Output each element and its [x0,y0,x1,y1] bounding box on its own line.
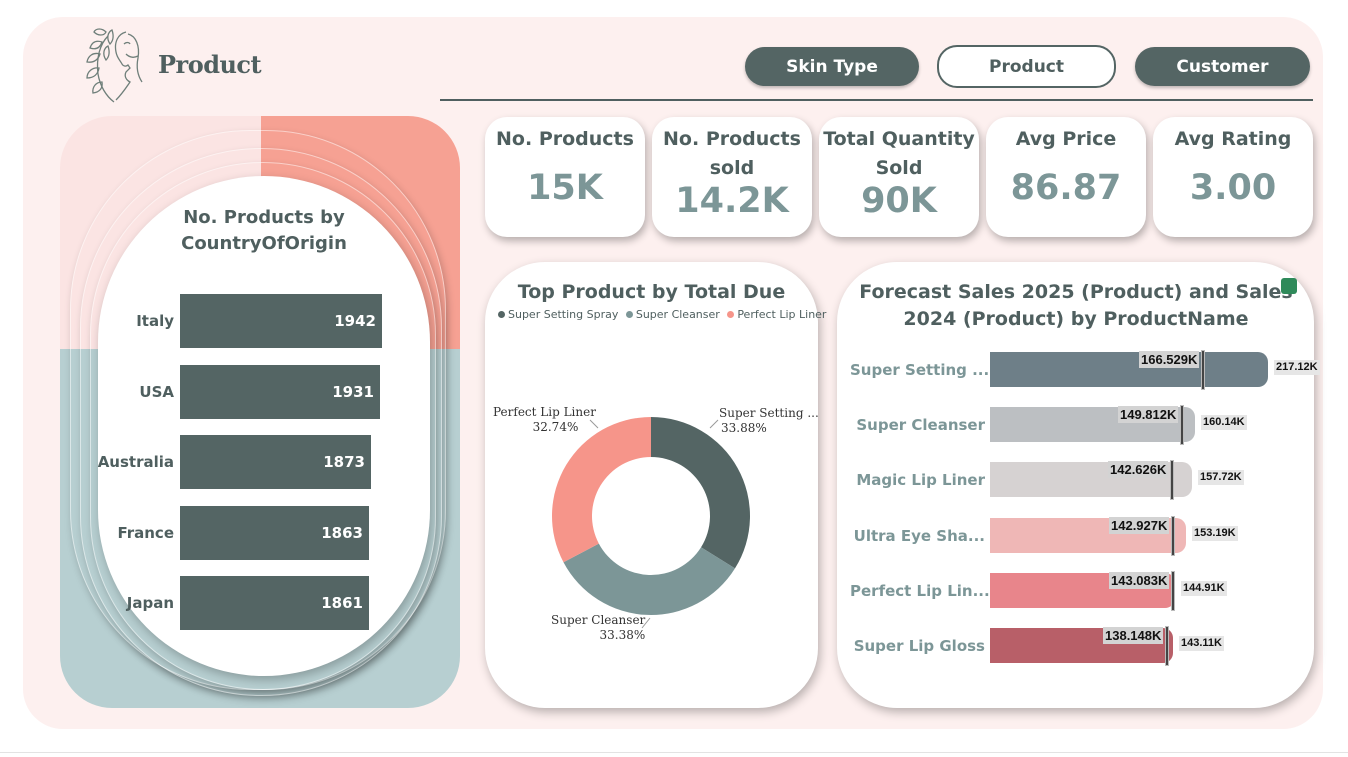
forecast-2024-value-label: 143.11K [1179,636,1224,651]
kpi-label: Avg Rating [1174,128,1292,150]
country-bar-row[interactable]: Japan 1861 [98,576,430,630]
donut-chart-title: Top Product by Total Due [517,281,786,303]
kpi-card-products-sold: No. Products sold 14.2K [652,117,812,237]
forecast-sales-2024-bar[interactable] [990,352,1268,387]
country-chart-title-text: No. Products by CountryOfOrigin [181,207,347,254]
forecast-2024-value-label: 217.12K [1274,360,1320,375]
bottom-border [0,752,1348,757]
forecast-2025-marker[interactable] [1171,515,1175,556]
forecast-2025-marker[interactable] [1180,405,1184,446]
legend-item[interactable]: Perfect Lip Liner [727,308,826,321]
donut-label-perfect-lip-liner: Perfect Lip Liner 32.74% [493,405,596,434]
country-bar-row[interactable]: USA 1931 [98,364,430,419]
forecast-category-label: Perfect Lip Lin... [850,581,990,600]
forecast-category-label: Super Lip Gloss [853,637,985,655]
legend-item[interactable]: Super Setting Spray [498,308,618,321]
donut-label-super-cleanser: Super Cleanser 33.38% [551,613,646,642]
nav-customer-button[interactable]: Customer [1135,47,1310,86]
kpi-card-total-quantity: Total Quantity Sold 90K [819,117,979,237]
country-bar-row[interactable]: France 1863 [98,505,430,560]
forecast-2025-marker[interactable] [1171,570,1175,611]
forecast-2025-value-label: 138.148K [1103,627,1164,644]
kpi-card-avg-rating: Avg Rating 3.00 [1153,117,1313,237]
country-bar-row[interactable]: Italy 1942 [98,294,430,348]
forecast-2025-value-label: 166.529K [1139,351,1200,368]
country-label: Italy [136,312,174,330]
forecast-2025-value-label: 142.927K [1109,516,1170,534]
country-bar-value: 1931 [332,382,374,401]
kpi-value: 90K [861,181,937,221]
donut-legend: Super Setting Spray Super Cleanser Perfe… [498,308,830,321]
country-bar-value: 1942 [334,312,376,330]
forecast-category-label: Magic Lip Liner [856,471,985,490]
country-bar-value: 1861 [321,594,363,612]
forecast-chart-title: Forecast Sales 2025 (Product) and Sales … [859,281,1293,330]
focus-mode-icon[interactable] [1281,278,1297,294]
forecast-2025-marker[interactable] [1165,626,1169,666]
country-label: Australia [97,453,174,471]
kpi-card-avg-price: Avg Price 86.87 [986,117,1146,237]
face-leaf-logo [86,28,143,103]
kpi-label: Total Quantity Sold [823,128,975,179]
kpi-value: 86.87 [1010,168,1122,208]
country-bar[interactable]: 1931 [180,364,380,419]
legend-item[interactable]: Super Cleanser [625,308,720,321]
country-chart-title: No. Products by CountryOfOrigin [98,205,430,257]
header-divider [440,99,1313,101]
country-bar-value: 1873 [323,453,365,471]
country-bar[interactable]: 1861 [180,576,369,630]
page-title: Product [158,50,262,79]
nav-skin-type-button[interactable]: Skin Type [745,47,919,86]
forecast-2024-value-label: 153.19K [1192,525,1238,541]
country-bar[interactable]: 1942 [180,294,382,348]
forecast-category-label: Ultra Eye Sha... [853,526,985,545]
forecast-2025-marker[interactable] [1170,460,1174,501]
kpi-label: Avg Price [1015,128,1117,150]
forecast-category-label: Super Cleanser [856,416,985,435]
country-bar-row[interactable]: Australia 1873 [98,435,430,489]
country-bar-value: 1863 [321,523,363,542]
nav-product-button[interactable]: Product [937,45,1116,88]
kpi-label: No. Products [496,128,634,150]
donut-label-super-setting: Super Setting ... 33.88% [719,406,819,435]
forecast-2025-value-label: 143.083K [1109,571,1170,589]
kpi-card-products: No. Products 15K [485,117,645,237]
donut-leader-lines [589,419,719,629]
country-label: Japan [126,594,174,612]
forecast-2024-value-label: 157.72K [1198,470,1244,486]
forecast-category-label: Super Setting ... [850,361,990,379]
country-bar[interactable]: 1863 [180,505,369,560]
country-bar[interactable]: 1873 [180,435,371,489]
kpi-value: 15K [527,168,603,208]
kpi-value: 3.00 [1189,168,1277,208]
forecast-2024-value-label: 160.14K [1201,415,1247,431]
country-label: France [117,523,174,542]
forecast-2024-value-label: 144.91K [1181,580,1227,596]
forecast-2025-marker[interactable] [1201,350,1205,390]
kpi-label: No. Products sold [663,128,801,179]
kpi-value: 14.2K [675,181,789,221]
country-label: USA [139,382,174,401]
forecast-2025-value-label: 149.812K [1118,406,1179,424]
forecast-2025-value-label: 142.626K [1108,461,1169,479]
